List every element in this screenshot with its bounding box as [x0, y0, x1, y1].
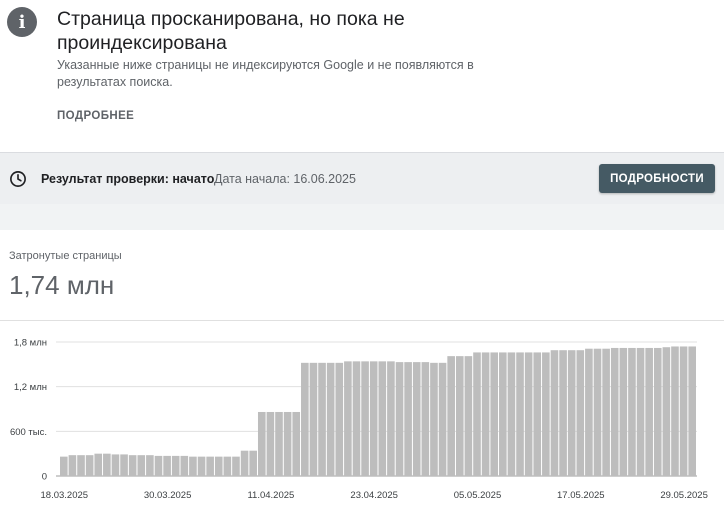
chart-bar[interactable] [404, 362, 412, 476]
affected-pages-chart: 0 600 тыс. 1,2 млн 1,8 млн 18.03.2025 30.03.2… [10, 338, 708, 502]
chart-bar[interactable] [301, 362, 309, 476]
chart-bar[interactable] [473, 352, 481, 476]
issue-header: i Страница просканирована, но пока не пр… [0, 0, 724, 152]
chart-bar[interactable] [421, 362, 430, 476]
chart-bar[interactable] [507, 352, 516, 476]
chart-bar[interactable] [77, 455, 85, 476]
chart-bar[interactable] [352, 361, 361, 476]
chart-bar[interactable] [679, 346, 688, 476]
chart-bar[interactable] [309, 362, 318, 476]
chart-bar[interactable] [533, 352, 542, 476]
validation-status: Результат проверки: начато [41, 172, 215, 186]
x-tick-label: 29.05.2025 [660, 490, 708, 501]
chart-bar[interactable] [214, 456, 223, 476]
chart-bar[interactable] [593, 348, 602, 476]
y-tick-label: 0 [42, 472, 47, 483]
y-tick-label: 600 тыс. [10, 427, 47, 438]
x-tick-label: 18.03.2025 [41, 490, 89, 501]
chart-bar[interactable] [128, 455, 137, 476]
chart-bar[interactable] [163, 455, 171, 476]
chart-bar[interactable] [60, 456, 68, 476]
chart-bar[interactable] [438, 362, 447, 476]
clock-icon [10, 171, 26, 187]
x-tick-label: 17.05.2025 [557, 490, 605, 501]
chart-bar[interactable] [628, 347, 636, 476]
chart-bar[interactable] [292, 411, 301, 476]
chart-bar[interactable] [103, 453, 111, 476]
chart-bar[interactable] [490, 352, 499, 476]
chart-bar[interactable] [671, 346, 679, 476]
y-tick-label: 1,2 млн [14, 382, 47, 393]
chart-bar[interactable] [206, 456, 214, 476]
x-tick-label: 30.03.2025 [144, 490, 192, 501]
chart-bar[interactable] [171, 455, 180, 476]
chart-bar[interactable] [68, 455, 77, 476]
chart-bar[interactable] [154, 455, 163, 476]
chart-bar[interactable] [232, 456, 240, 476]
chart-bar[interactable] [275, 411, 283, 476]
chart-bar[interactable] [499, 352, 507, 476]
chart-bar[interactable] [137, 455, 146, 476]
issue-description: Указанные ниже страницы не индексируются… [57, 58, 474, 89]
chart-bar[interactable] [197, 456, 206, 476]
affected-pages-card: Затронутые страницы 1,74 млн 0 600 тыс. 1,… [0, 230, 724, 512]
chart-bar[interactable] [326, 362, 335, 476]
section-gap [0, 204, 724, 230]
validation-status-bar: Результат проверки: начато Дата начала: … [0, 152, 724, 205]
chart-bar[interactable] [542, 352, 550, 476]
chart-bar[interactable] [344, 361, 352, 476]
chart-bar[interactable] [395, 362, 404, 476]
chart-bar[interactable] [602, 348, 610, 476]
chart-bar[interactable] [524, 352, 533, 476]
y-tick-label: 1,8 млн [14, 338, 47, 349]
chart-bar[interactable] [120, 454, 128, 476]
chart-bar[interactable] [223, 456, 232, 476]
chart-bar[interactable] [266, 411, 275, 476]
x-tick-label: 05.05.2025 [454, 490, 502, 501]
chart-bar[interactable] [387, 361, 395, 476]
chart-bar[interactable] [249, 450, 257, 476]
info-icon: i [7, 7, 37, 37]
validation-start-date: Дата начала: 16.06.2025 [214, 172, 356, 186]
chart-bar[interactable] [361, 361, 369, 476]
chart-bar[interactable] [257, 411, 266, 476]
x-tick-label: 23.04.2025 [350, 490, 398, 501]
chart-bar[interactable] [464, 356, 473, 476]
chart-bar[interactable] [645, 347, 653, 476]
chart-bar[interactable] [619, 347, 628, 476]
chart-bar[interactable] [455, 356, 464, 476]
page-title: Страница просканирована, но пока не прои… [57, 8, 405, 54]
chart-bar[interactable] [516, 352, 524, 476]
chart-bar[interactable] [550, 350, 559, 476]
chart-bar[interactable] [481, 352, 490, 476]
chart-bar[interactable] [430, 362, 438, 476]
chart-bar[interactable] [610, 347, 619, 476]
details-button[interactable]: ПОДРОБНОСТИ [599, 164, 715, 193]
chart-bar[interactable] [111, 454, 120, 476]
chart-bar[interactable] [636, 347, 645, 476]
chart-bar[interactable] [653, 347, 662, 476]
chart-bar[interactable] [283, 411, 292, 476]
chart-bar[interactable] [335, 362, 344, 476]
chart-bar[interactable] [688, 346, 696, 476]
chart-bar[interactable] [576, 350, 585, 476]
chart-bar[interactable] [240, 450, 249, 476]
chart-bar[interactable] [412, 362, 421, 476]
chart-bar[interactable] [662, 347, 671, 476]
chart-bar[interactable] [567, 350, 576, 476]
chart-bar[interactable] [369, 361, 378, 476]
chart-bar[interactable] [85, 455, 94, 476]
learn-more-link[interactable]: ПОДРОБНЕЕ [57, 110, 134, 122]
chart-bar[interactable] [189, 456, 197, 476]
chart-bar[interactable] [447, 356, 455, 476]
chart-bar[interactable] [94, 453, 103, 476]
x-tick-label: 11.04.2025 [247, 490, 294, 501]
chart-bar[interactable] [559, 350, 567, 476]
chart-bar[interactable] [318, 362, 326, 476]
chart-bar[interactable] [180, 455, 189, 476]
chart-bar[interactable] [585, 348, 593, 476]
chart-bar[interactable] [146, 455, 154, 476]
chart-bar[interactable] [378, 361, 387, 476]
